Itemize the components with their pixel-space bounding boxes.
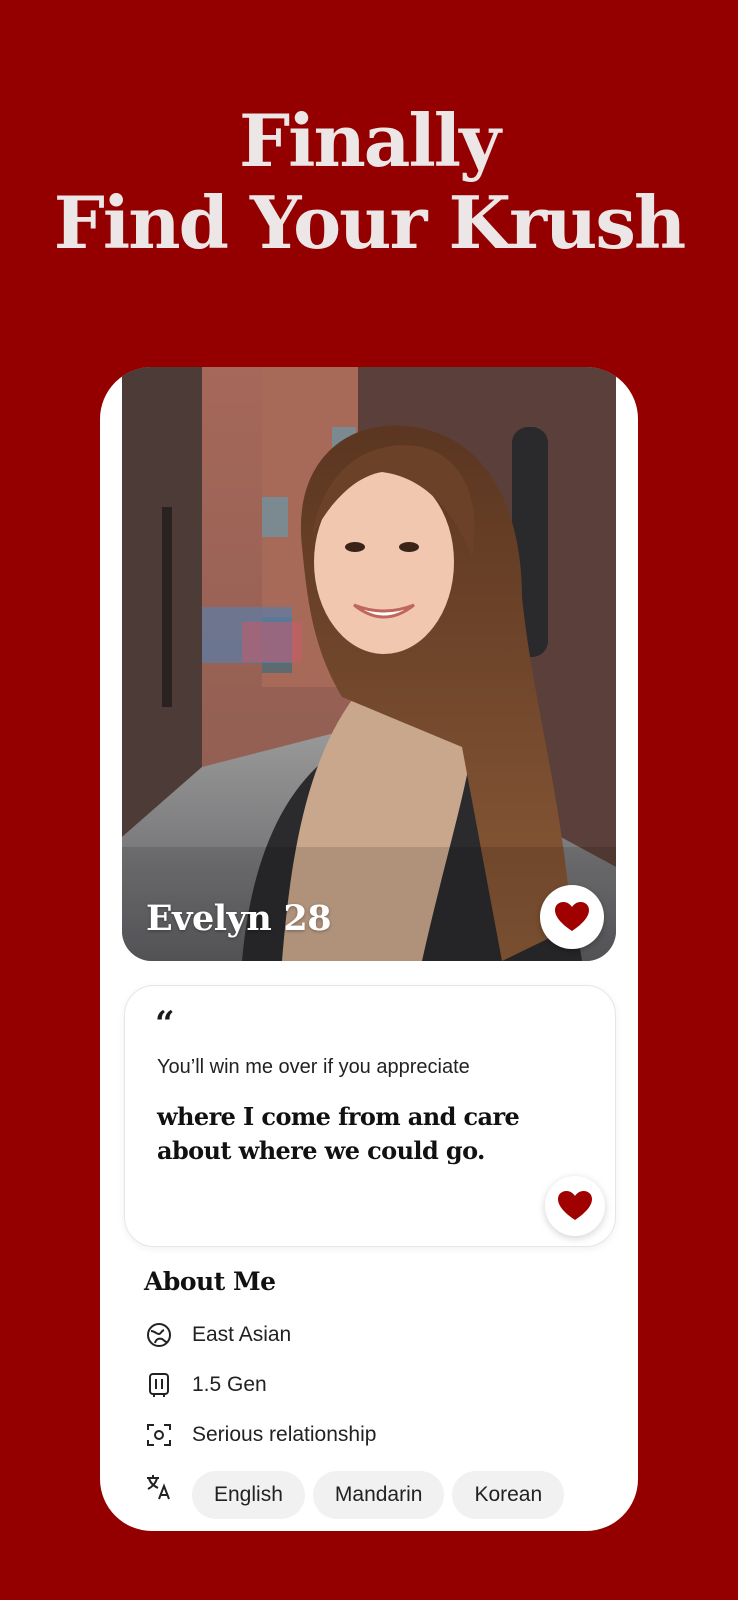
prompt-card: “ You’ll win me over if you appreciate w… [124, 985, 616, 1247]
about-item-languages: English Mandarin Korean [144, 1471, 572, 1519]
about-item-label: 1.5 Gen [192, 1373, 267, 1396]
headline-line-2: Find Your Krush [53, 180, 686, 265]
language-chips: English Mandarin Korean [192, 1471, 572, 1519]
heart-icon [555, 902, 589, 931]
about-item-relationship-goal: Serious relationship [144, 1415, 376, 1455]
quote-icon: “ [155, 1004, 175, 1044]
translate-icon [144, 1473, 174, 1503]
generation-icon [144, 1370, 174, 1400]
about-item-generation: 1.5 Gen [144, 1365, 267, 1405]
about-me-title: About Me [144, 1267, 276, 1296]
heart-icon [558, 1191, 592, 1220]
profile-name: Evelyn [146, 898, 272, 939]
prompt-answer: where I come from and care about where w… [157, 1102, 520, 1165]
about-item-label: East Asian [192, 1323, 292, 1346]
language-chip: Mandarin [312, 1471, 445, 1519]
relationship-goal-icon [144, 1420, 174, 1450]
profile-age: 28 [283, 898, 332, 939]
like-prompt-button[interactable] [545, 1176, 605, 1236]
profile-photo[interactable]: Evelyn 28 [122, 367, 616, 961]
ethnicity-icon [144, 1320, 174, 1350]
headline: Finally Find Your Krush [0, 100, 738, 264]
about-item-ethnicity: East Asian [144, 1315, 291, 1355]
about-item-label: Serious relationship [192, 1423, 377, 1446]
profile-name-age: Evelyn 28 [146, 898, 332, 939]
prompt-question: You’ll win me over if you appreciate [157, 1056, 470, 1078]
language-chip: Korean [452, 1471, 565, 1519]
profile-photo-image [122, 367, 616, 961]
language-chip: English [192, 1471, 305, 1519]
like-photo-button[interactable] [540, 885, 604, 949]
headline-line-1: Finally [238, 98, 501, 183]
profile-card: Evelyn 28 “ You’ll win me over if you app… [100, 367, 638, 1531]
